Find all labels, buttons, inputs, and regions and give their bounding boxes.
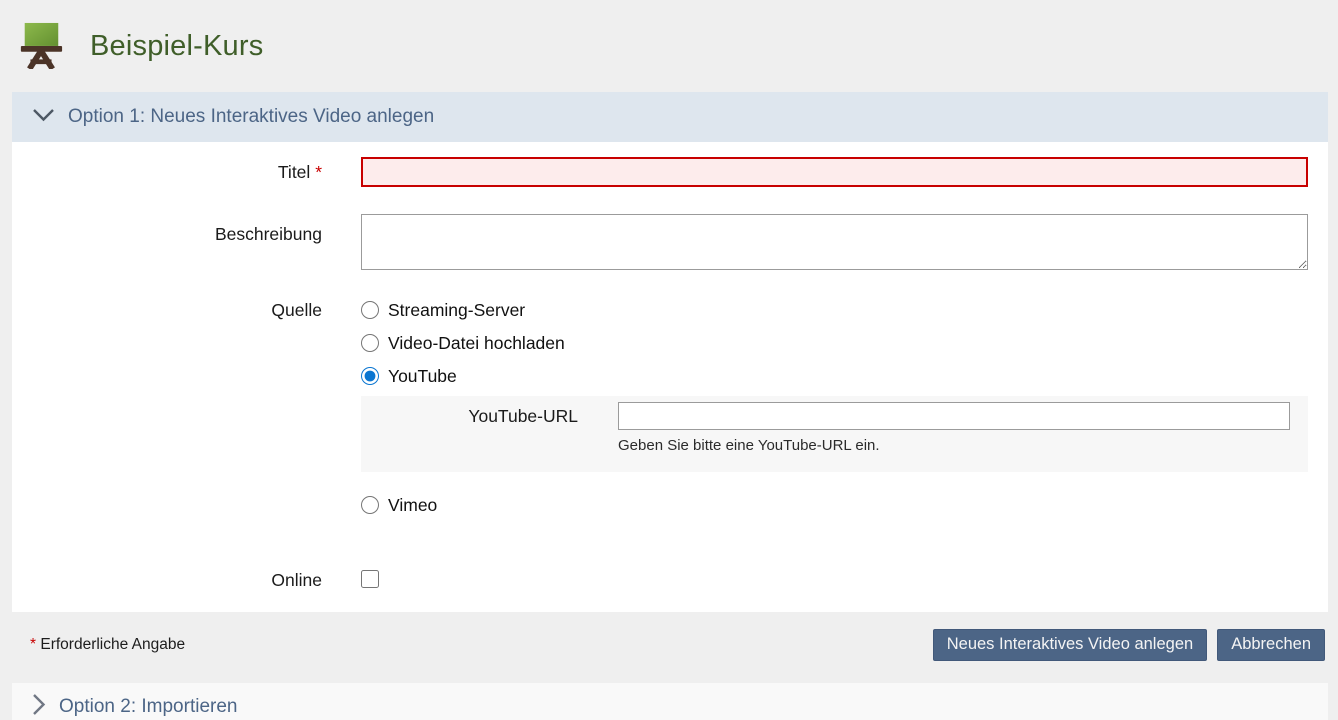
- titel-input[interactable]: [361, 157, 1308, 187]
- required-asterisk: *: [315, 162, 322, 182]
- quelle-row: Quelle Streaming-Server Video-Datei hoch…: [12, 297, 1308, 543]
- cancel-button[interactable]: Abbrechen: [1217, 629, 1325, 661]
- vimeo-radio-label: Vimeo: [388, 495, 437, 516]
- quelle-label: Quelle: [12, 297, 322, 543]
- required-note-asterisk: *: [30, 636, 36, 653]
- youtube-url-help-text: Geben Sie bitte eine YouTube-URL ein.: [618, 437, 1290, 454]
- online-label: Online: [12, 570, 322, 590]
- titel-row: Titel *: [12, 157, 1308, 187]
- accordion-option2-label: Option 2: Importieren: [59, 696, 237, 718]
- titel-label: Titel *: [12, 157, 322, 187]
- youtube-radio-label: YouTube: [388, 366, 457, 387]
- vimeo-radio[interactable]: [361, 496, 379, 514]
- streaming-server-radio[interactable]: [361, 301, 379, 319]
- streaming-server-radio-label: Streaming-Server: [388, 300, 525, 321]
- create-video-form: Titel * Beschreibung Quelle Streaming-Se…: [12, 142, 1328, 612]
- youtube-url-input[interactable]: [618, 402, 1290, 430]
- main-content: Option 1: Neues Interaktives Video anleg…: [12, 92, 1328, 720]
- radio-option-video-datei[interactable]: Video-Datei hochladen: [361, 330, 1308, 356]
- youtube-url-label: YouTube-URL: [361, 402, 578, 454]
- youtube-url-section: YouTube-URL Geben Sie bitte eine YouTube…: [361, 396, 1308, 472]
- form-footer: * Erforderliche Angabe Neues Interaktive…: [12, 612, 1328, 677]
- chevron-right-icon: [32, 693, 46, 720]
- accordion-option1-label: Option 1: Neues Interaktives Video anleg…: [68, 106, 434, 128]
- beschreibung-textarea[interactable]: [361, 214, 1308, 270]
- radio-option-vimeo[interactable]: Vimeo: [361, 492, 1308, 518]
- accordion-option1-header[interactable]: Option 1: Neues Interaktives Video anleg…: [12, 92, 1328, 142]
- course-easel-icon: [18, 19, 64, 74]
- accordion-option2-header[interactable]: Option 2: Importieren: [12, 683, 1328, 720]
- beschreibung-row: Beschreibung: [12, 214, 1308, 270]
- radio-option-youtube[interactable]: YouTube: [361, 363, 1308, 389]
- video-datei-radio[interactable]: [361, 334, 379, 352]
- chevron-down-icon: [32, 108, 55, 127]
- required-note: * Erforderliche Angabe: [30, 636, 185, 654]
- form-buttons: Neues Interaktives Video anlegen Abbrech…: [933, 629, 1325, 661]
- online-checkbox[interactable]: [361, 570, 379, 588]
- required-note-text: Erforderliche Angabe: [40, 636, 185, 653]
- online-row: Online: [12, 570, 1308, 590]
- page-title: Beispiel-Kurs: [90, 30, 263, 63]
- page-header: Beispiel-Kurs: [0, 0, 1338, 92]
- youtube-radio[interactable]: [361, 367, 379, 385]
- submit-button[interactable]: Neues Interaktives Video anlegen: [933, 629, 1207, 661]
- radio-option-streaming-server[interactable]: Streaming-Server: [361, 297, 1308, 323]
- beschreibung-label: Beschreibung: [12, 214, 322, 270]
- video-datei-radio-label: Video-Datei hochladen: [388, 333, 565, 354]
